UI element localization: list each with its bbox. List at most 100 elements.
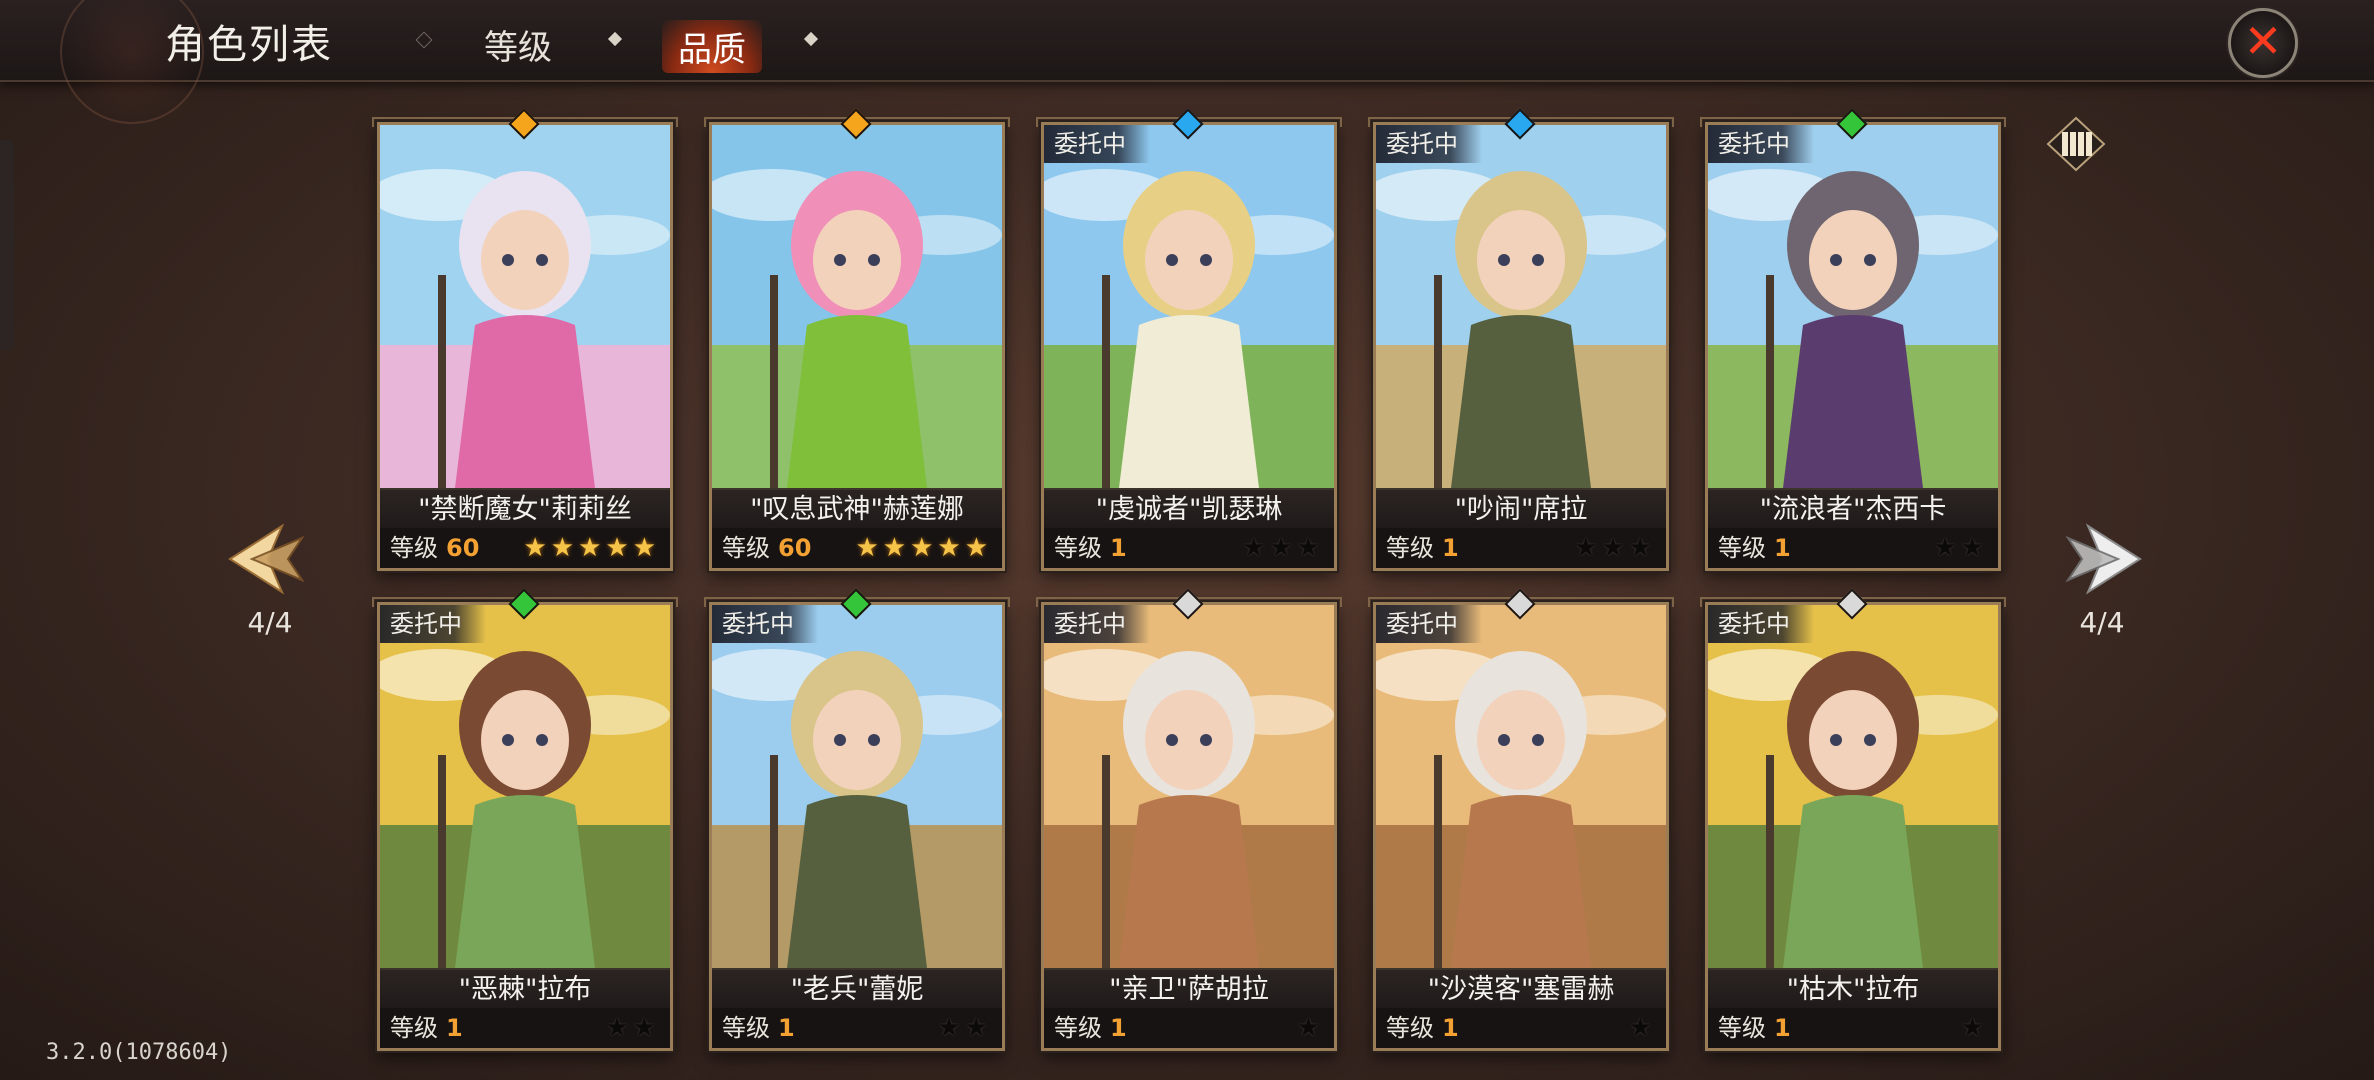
commission-badge: 委托中 — [712, 605, 818, 643]
level-value: 1 — [446, 1014, 463, 1042]
level-value: 1 — [778, 1014, 795, 1042]
level-label: 等级 — [1718, 534, 1766, 562]
top-bar: 角色列表 等级 品质 ✕ — [0, 0, 2374, 124]
commission-badge: 委托中 — [1376, 605, 1482, 643]
arrow-right-icon — [2065, 523, 2142, 595]
character-portrait-image — [1376, 605, 1666, 968]
character-card[interactable]: "恶棘"拉布 等级 1 ★★ 委托中 — [372, 588, 678, 1051]
level-label: 等级 — [1386, 534, 1434, 562]
character-portrait-image — [1044, 605, 1334, 968]
character-portrait-image — [1708, 125, 1998, 488]
level-value: 1 — [1774, 1014, 1791, 1042]
character-card[interactable]: "叹息武神"赫莲娜 等级 60 ★★★★★ — [704, 108, 1010, 571]
character-portrait-image — [1708, 605, 1998, 968]
character-info: 等级 1 ★ — [1044, 1008, 1334, 1048]
close-icon: ✕ — [2243, 14, 2283, 68]
level-value: 60 — [778, 534, 812, 562]
level-label: 等级 — [1386, 1014, 1434, 1042]
level-value: 1 — [1110, 1014, 1127, 1042]
next-page-button[interactable] — [2058, 514, 2148, 604]
level-label: 等级 — [1718, 1014, 1766, 1042]
level-value: 60 — [446, 534, 480, 562]
character-portrait-image — [712, 605, 1002, 968]
character-portrait — [712, 125, 1002, 488]
commission-badge: 委托中 — [1044, 605, 1150, 643]
character-portrait — [1376, 125, 1666, 488]
character-portrait — [1376, 605, 1666, 968]
character-name: "叹息武神"赫莲娜 — [712, 488, 1002, 530]
character-portrait-image — [1044, 125, 1334, 488]
character-portrait — [1044, 605, 1334, 968]
star-rating: ★ — [1628, 1013, 1656, 1043]
commission-badge: 委托中 — [1708, 125, 1814, 163]
character-portrait-image — [1376, 125, 1666, 488]
level-value: 1 — [1442, 1014, 1459, 1042]
character-info: 等级 1 ★★ — [712, 1008, 1002, 1048]
tab-level[interactable]: 等级 — [484, 20, 552, 69]
character-portrait-image — [712, 125, 1002, 488]
character-card[interactable]: "枯木"拉布 等级 1 ★ 委托中 — [1700, 588, 2006, 1051]
level-label: 等级 — [390, 1014, 438, 1042]
level-value: 1 — [1110, 534, 1127, 562]
star-rating: ★★ — [1933, 533, 1988, 563]
level-label: 等级 — [1054, 1014, 1102, 1042]
arrow-left-icon — [228, 523, 305, 595]
character-card[interactable]: "流浪者"杰西卡 等级 1 ★★ 委托中 — [1700, 108, 2006, 571]
character-info: 等级 1 ★ — [1376, 1008, 1666, 1048]
character-portrait — [712, 605, 1002, 968]
character-name: "沙漠客"塞雷赫 — [1376, 968, 1666, 1010]
character-card[interactable]: "禁断魔女"莉莉丝 等级 60 ★★★★★ — [372, 108, 678, 571]
list-view-icon — [2046, 116, 2106, 172]
version-label: 3.2.0(1078604) — [46, 1040, 232, 1065]
page-title: 角色列表 — [165, 22, 333, 68]
list-view-toggle[interactable] — [2046, 116, 2106, 172]
tab-separator — [607, 31, 623, 47]
commission-badge: 委托中 — [1376, 125, 1482, 163]
tab-quality[interactable]: 品质 — [662, 20, 762, 73]
right-page-indicator: 4/4 — [2079, 606, 2125, 639]
character-name: "流浪者"杰西卡 — [1708, 488, 1998, 530]
character-portrait — [1708, 125, 1998, 488]
character-portrait — [380, 605, 670, 968]
character-card[interactable]: "吵闹"席拉 等级 1 ★★★ 委托中 — [1368, 108, 1674, 571]
character-card[interactable]: "亲卫"萨胡拉 等级 1 ★ 委托中 — [1036, 588, 1342, 1051]
character-name: "虔诚者"凯瑟琳 — [1044, 488, 1334, 530]
level-label: 等级 — [390, 534, 438, 562]
star-rating: ★ — [1960, 1013, 1988, 1043]
character-card[interactable]: "老兵"蕾妮 等级 1 ★★ 委托中 — [704, 588, 1010, 1051]
character-info: 等级 60 ★★★★★ — [712, 528, 1002, 568]
star-rating: ★★★ — [1574, 533, 1656, 563]
character-info: 等级 1 ★★ — [1708, 528, 1998, 568]
close-button[interactable]: ✕ — [2228, 8, 2298, 78]
level-label: 等级 — [722, 534, 770, 562]
star-rating: ★ — [1296, 1013, 1324, 1043]
character-name: "枯木"拉布 — [1708, 968, 1998, 1010]
side-tab[interactable] — [0, 140, 14, 350]
commission-badge: 委托中 — [1708, 605, 1814, 643]
character-info: 等级 1 ★★ — [380, 1008, 670, 1048]
star-rating: ★★★ — [1242, 533, 1324, 563]
star-rating: ★★★★★ — [523, 533, 660, 563]
character-info: 等级 1 ★★★ — [1044, 528, 1334, 568]
character-card[interactable]: "沙漠客"塞雷赫 等级 1 ★ 委托中 — [1368, 588, 1674, 1051]
character-name: "老兵"蕾妮 — [712, 968, 1002, 1010]
character-portrait — [1044, 125, 1334, 488]
level-label: 等级 — [722, 1014, 770, 1042]
character-portrait — [380, 125, 670, 488]
character-portrait-image — [380, 125, 670, 488]
character-name: "禁断魔女"莉莉丝 — [380, 488, 670, 530]
level-value: 1 — [1774, 534, 1791, 562]
level-value: 1 — [1442, 534, 1459, 562]
commission-badge: 委托中 — [380, 605, 486, 643]
character-portrait-image — [380, 605, 670, 968]
character-info: 等级 1 ★★★ — [1376, 528, 1666, 568]
character-name: "恶棘"拉布 — [380, 968, 670, 1010]
character-name: "吵闹"席拉 — [1376, 488, 1666, 530]
star-rating: ★★ — [605, 1013, 660, 1043]
character-card[interactable]: "虔诚者"凯瑟琳 等级 1 ★★★ 委托中 — [1036, 108, 1342, 571]
level-label: 等级 — [1054, 534, 1102, 562]
commission-badge: 委托中 — [1044, 125, 1150, 163]
star-rating: ★★★★★ — [855, 533, 992, 563]
prev-page-button[interactable] — [222, 514, 312, 604]
character-name: "亲卫"萨胡拉 — [1044, 968, 1334, 1010]
